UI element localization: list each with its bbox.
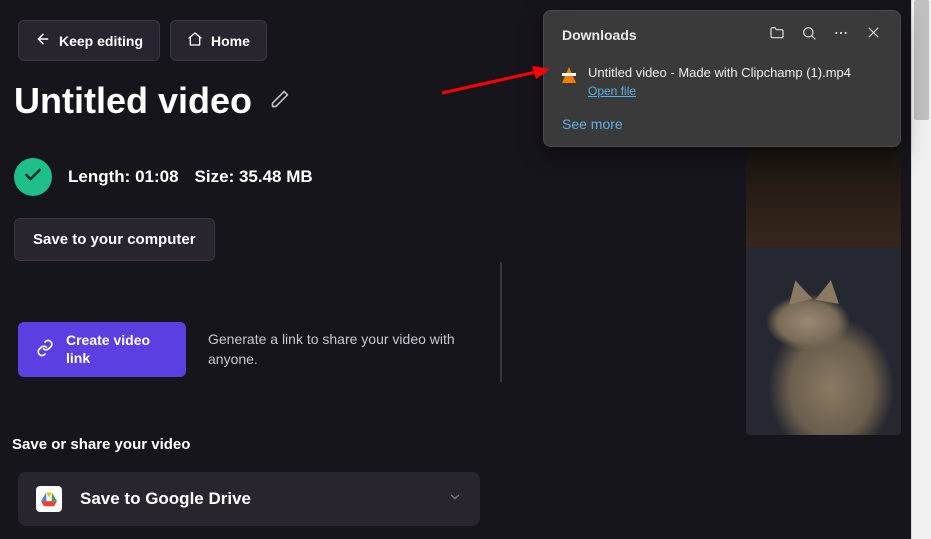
scrollbar-thumb[interactable] — [914, 0, 929, 120]
open-file-link[interactable]: Open file — [588, 84, 636, 98]
create-video-link-button[interactable]: Create video link — [18, 322, 186, 377]
see-more-link[interactable]: See more — [544, 108, 900, 146]
keep-editing-button[interactable]: Keep editing — [18, 20, 160, 61]
search-icon — [801, 25, 817, 46]
download-filename: Untitled video - Made with Clipchamp (1)… — [588, 65, 851, 82]
download-item[interactable]: Untitled video - Made with Clipchamp (1)… — [544, 57, 900, 108]
top-button-row: Keep editing Home — [18, 20, 267, 61]
project-title: Untitled video — [14, 80, 252, 122]
size-text: Size: 35.48 MB — [195, 167, 313, 187]
pencil-icon — [270, 89, 290, 114]
video-preview-thumbnail — [746, 145, 901, 435]
edit-title-button[interactable] — [266, 87, 294, 115]
downloads-panel: Downloads — [543, 10, 901, 147]
google-drive-icon — [36, 486, 62, 512]
keep-editing-label: Keep editing — [59, 33, 143, 49]
folder-icon — [769, 25, 785, 46]
size-label: Size: — [195, 167, 235, 186]
close-icon — [866, 25, 881, 45]
vertical-divider — [500, 262, 502, 382]
downloads-search-button[interactable] — [794, 21, 824, 49]
home-label: Home — [211, 33, 250, 49]
vlc-icon — [562, 67, 576, 83]
create-link-row: Create video link Generate a link to sha… — [18, 322, 488, 377]
downloads-title: Downloads — [562, 27, 762, 43]
scrollbar-track[interactable] — [911, 0, 931, 539]
create-link-label: Create video link — [66, 332, 168, 367]
downloads-header: Downloads — [544, 11, 900, 57]
create-link-description: Generate a link to share your video with… — [208, 330, 468, 369]
link-icon — [36, 339, 54, 360]
download-item-meta: Untitled video - Made with Clipchamp (1)… — [588, 65, 851, 100]
more-icon — [833, 25, 849, 46]
downloads-actions — [762, 21, 888, 49]
downloads-more-button[interactable] — [826, 21, 856, 49]
check-icon — [23, 165, 43, 190]
downloads-close-button[interactable] — [858, 21, 888, 49]
downloads-folder-button[interactable] — [762, 21, 792, 49]
status-badge — [14, 158, 52, 196]
chevron-down-icon — [448, 490, 462, 509]
size-value: 35.48 MB — [239, 167, 313, 186]
length-text: Length: 01:08 — [68, 167, 179, 187]
home-button[interactable]: Home — [170, 20, 267, 61]
save-to-computer-button[interactable]: Save to your computer — [14, 218, 215, 261]
length-label: Length: — [68, 167, 130, 186]
share-heading: Save or share your video — [12, 436, 190, 453]
length-value: 01:08 — [135, 167, 178, 186]
arrow-left-icon — [35, 31, 51, 50]
drive-label: Save to Google Drive — [80, 489, 251, 509]
home-icon — [187, 31, 203, 50]
status-row: Length: 01:08 Size: 35.48 MB — [14, 158, 313, 196]
preview-image — [746, 247, 901, 436]
save-to-google-drive-row[interactable]: Save to Google Drive — [18, 472, 480, 526]
title-row: Untitled video — [14, 80, 294, 122]
